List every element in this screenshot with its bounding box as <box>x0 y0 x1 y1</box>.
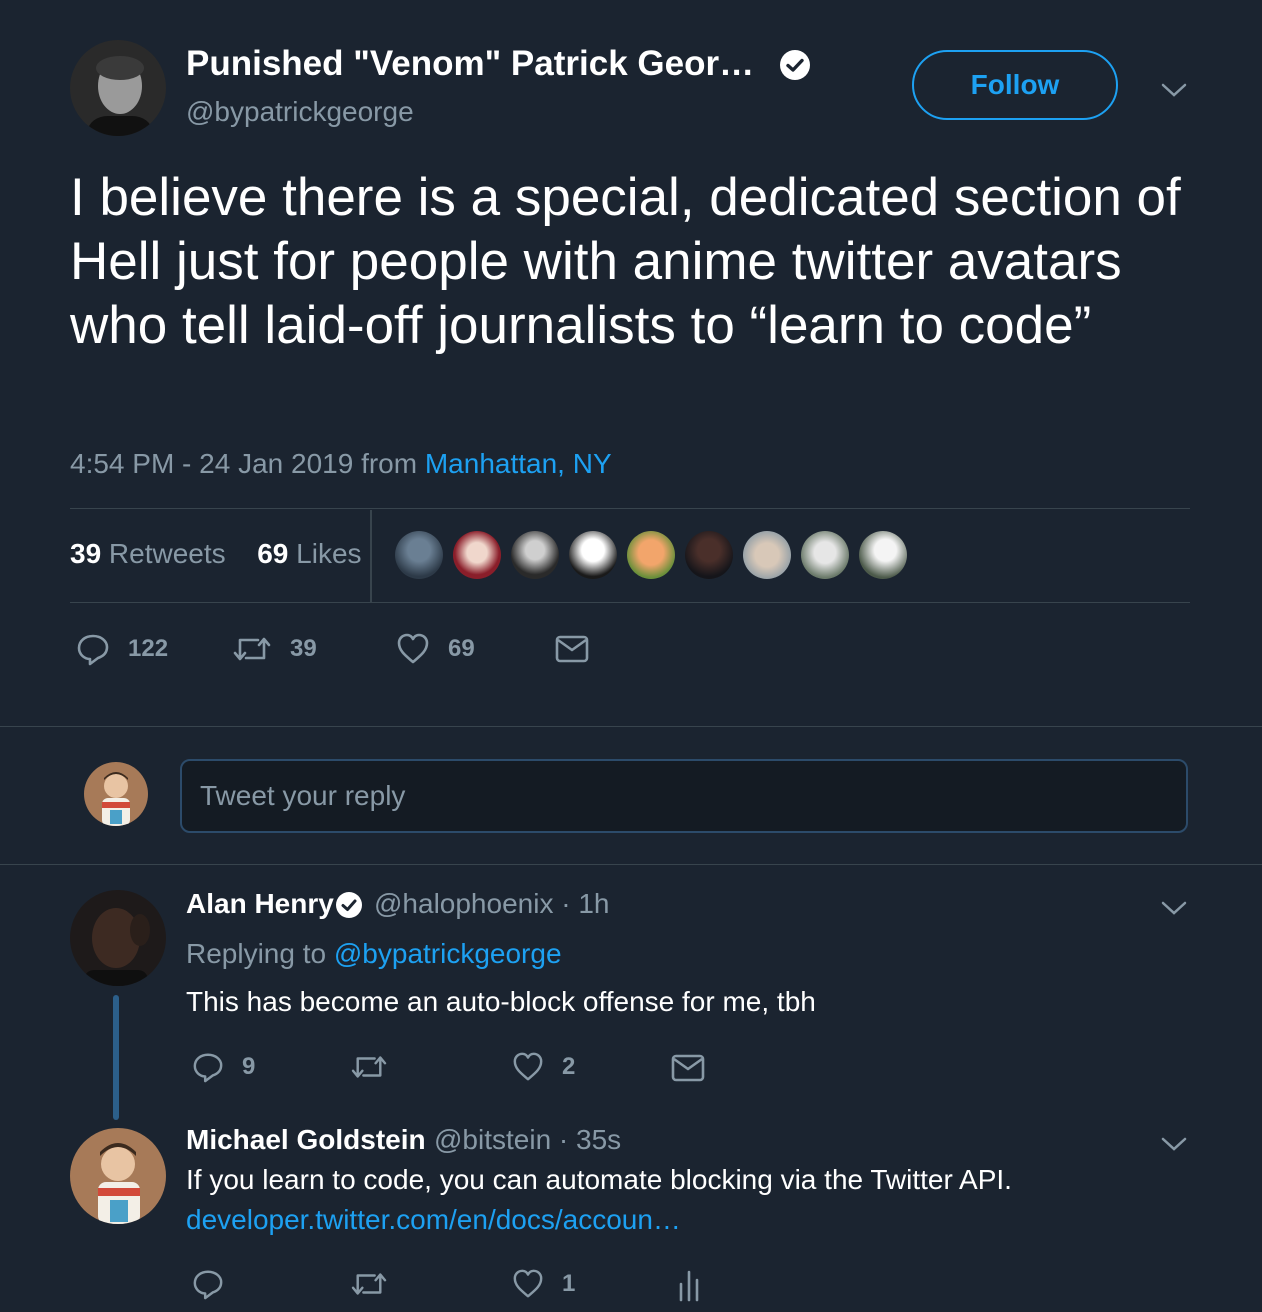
like-count: 69 <box>448 635 475 662</box>
likes-stat[interactable]: 69 Likes <box>257 538 361 569</box>
heart-icon <box>397 633 429 664</box>
like-count: 1 <box>562 1270 576 1297</box>
likes-count: 69 <box>257 538 289 569</box>
like-action[interactable]: 2 <box>512 1051 575 1083</box>
current-user-avatar[interactable] <box>84 762 148 826</box>
reply-action[interactable]: 9 <box>192 1051 255 1083</box>
reply-avatar[interactable] <box>70 890 166 986</box>
reply-author-name[interactable]: Michael Goldstein <box>186 1124 426 1156</box>
chevron-down-icon[interactable] <box>1160 80 1188 105</box>
replying-to-link[interactable]: @bypatrickgeorge <box>334 938 562 969</box>
reply-count: 122 <box>128 635 169 662</box>
reply-action[interactable]: 122 <box>76 632 168 666</box>
envelope-icon <box>555 635 589 663</box>
liker-avatar[interactable] <box>511 531 559 579</box>
liker-avatar[interactable] <box>453 531 501 579</box>
main-tweet: Punished "Venom" Patrick Geor… @bypatric… <box>0 0 1262 726</box>
reply-icon <box>193 1270 223 1300</box>
divider <box>70 602 1190 603</box>
like-count: 2 <box>562 1053 576 1080</box>
retweet-action[interactable] <box>350 1051 406 1083</box>
tweet-stats: 39 Retweets 69 Likes <box>70 538 362 570</box>
liker-avatar[interactable] <box>743 531 791 579</box>
heart-icon <box>513 1269 543 1298</box>
reply-author-name[interactable]: Alan Henry <box>186 888 334 920</box>
retweet-icon <box>351 1056 387 1078</box>
retweets-label: Retweets <box>101 538 226 569</box>
liker-avatar[interactable] <box>569 531 617 579</box>
divider <box>0 864 1262 865</box>
replying-to: Replying to @bypatrickgeorge <box>186 938 562 970</box>
likes-label: Likes <box>288 538 362 569</box>
reply-input[interactable]: Tweet your reply <box>180 759 1188 833</box>
retweet-action[interactable] <box>350 1268 406 1300</box>
author-avatar[interactable] <box>70 40 166 136</box>
analytics-icon <box>679 1270 699 1302</box>
retweet-icon <box>233 637 271 661</box>
timestamp-text[interactable]: 4:54 PM - 24 Jan 2019 from <box>70 448 425 479</box>
reply-handle-time[interactable]: @bitstein · 35s <box>434 1124 621 1156</box>
liker-avatar[interactable] <box>801 531 849 579</box>
liker-avatar[interactable] <box>685 531 733 579</box>
thread-line <box>113 995 119 1120</box>
reply-icon <box>193 1053 223 1083</box>
reply-avatar[interactable] <box>70 1128 166 1224</box>
reply-icon <box>77 634 109 666</box>
liker-avatar[interactable] <box>627 531 675 579</box>
reply-text: This has become an auto-block offense fo… <box>186 986 816 1017</box>
retweet-action[interactable]: 39 <box>232 632 317 666</box>
reply-handle-time[interactable]: @halophoenix · 1h <box>374 888 609 920</box>
dm-action[interactable] <box>555 634 607 664</box>
chevron-down-icon[interactable] <box>1160 1134 1188 1159</box>
reply-link[interactable]: developer.twitter.com/en/docs/accoun… <box>186 1204 681 1236</box>
location-link[interactable]: Manhattan, NY <box>425 448 612 479</box>
reply-text: If you learn to code, you can automate b… <box>186 1164 1012 1195</box>
author-handle[interactable]: @bypatrickgeorge <box>186 96 414 128</box>
like-action[interactable]: 1 <box>512 1268 575 1300</box>
author-name[interactable]: Punished "Venom" Patrick Geor… <box>186 44 754 84</box>
reply-count: 9 <box>242 1053 256 1080</box>
tweet-text: I believe there is a special, dedicated … <box>70 168 1181 355</box>
like-action[interactable]: 69 <box>396 632 475 666</box>
heart-icon <box>513 1052 543 1081</box>
tweet-timestamp: 4:54 PM - 24 Jan 2019 from Manhattan, NY <box>70 448 612 480</box>
likers-avatars <box>395 531 917 579</box>
retweet-count: 39 <box>290 635 317 662</box>
divider <box>0 726 1262 727</box>
liker-avatar[interactable] <box>395 531 443 579</box>
stats-divider <box>370 510 372 602</box>
liker-avatar[interactable] <box>859 531 907 579</box>
retweet-icon <box>351 1273 387 1295</box>
verified-badge-icon <box>334 890 364 925</box>
divider <box>70 508 1190 509</box>
reply-action[interactable] <box>192 1268 242 1300</box>
dm-action[interactable] <box>671 1053 723 1083</box>
verified-badge-icon <box>778 48 812 87</box>
retweets-count: 39 <box>70 538 102 569</box>
follow-button[interactable]: Follow <box>912 50 1118 120</box>
chevron-down-icon[interactable] <box>1160 898 1188 923</box>
replying-prefix: Replying to <box>186 938 334 969</box>
analytics-action[interactable] <box>676 1268 720 1302</box>
retweets-stat[interactable]: 39 Retweets <box>70 538 226 569</box>
envelope-icon <box>671 1054 705 1082</box>
